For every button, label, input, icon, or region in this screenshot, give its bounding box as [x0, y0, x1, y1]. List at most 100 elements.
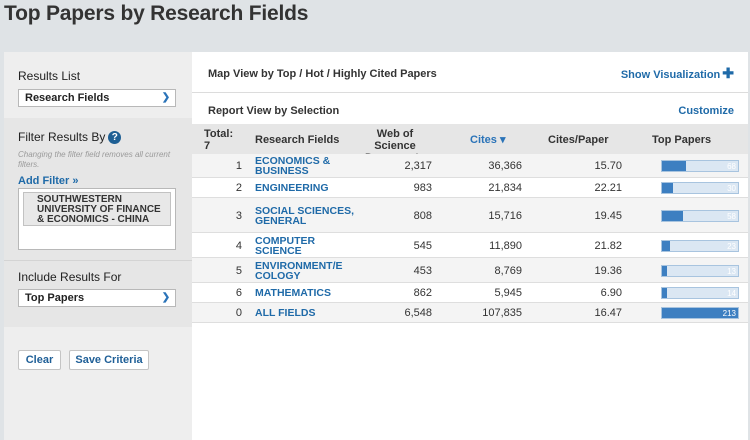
wos-documents-cell: 983	[413, 182, 432, 194]
rank-cell: 5	[235, 265, 242, 277]
wos-documents-cell: 2,317	[404, 160, 432, 172]
top-papers-bar-fill	[662, 288, 667, 298]
top-papers-bar-fill	[662, 266, 667, 276]
cites-per-paper-cell: 16.47	[594, 307, 622, 319]
wos-documents-cell: 808	[413, 210, 432, 222]
customize-link[interactable]: Customize	[678, 105, 734, 117]
header-top-papers[interactable]: Top Papers	[652, 134, 711, 146]
main-content: Map View by Top / Hot / Highly Cited Pap…	[192, 52, 748, 440]
cites-cell: 36,366	[488, 160, 522, 172]
research-field-link[interactable]: ECONOMICS & BUSINESS	[255, 156, 355, 177]
wos-documents-cell: 862	[413, 287, 432, 299]
cites-per-paper-cell: 21.82	[594, 240, 622, 252]
cites-per-paper-cell: 6.90	[600, 287, 622, 299]
cites-cell: 8,769	[494, 265, 522, 277]
wos-documents-cell: 453	[413, 265, 432, 277]
rank-cell: 2	[235, 182, 242, 194]
filter-chip[interactable]: SOUTHWESTERN UNIVERSITY OF FINANCE & ECO…	[23, 192, 171, 226]
map-view-heading: Map View by Top / Hot / Highly Cited Pap…	[208, 68, 437, 80]
table-row: 1 ECONOMICS & BUSINESS 2,317 36,366 15.70 68	[192, 154, 748, 178]
cites-cell: 5,945	[494, 287, 522, 299]
research-field-link[interactable]: ENGINEERING	[255, 183, 355, 194]
include-results-section: Include Results For Top Papers ❯	[4, 260, 192, 327]
report-view-heading: Report View by Selection	[208, 105, 340, 117]
top-papers-value: 30	[727, 184, 736, 193]
research-field-link[interactable]: ENVIRONMENT/E COLOGY	[255, 261, 355, 282]
divider	[192, 92, 748, 93]
top-papers-bar-fill	[662, 183, 673, 193]
table-header: Total: 7 Research Fields Web of Science …	[192, 124, 748, 164]
header-total: Total: 7	[204, 128, 234, 152]
cites-cell: 15,716	[488, 210, 522, 222]
top-papers-value: 23	[727, 242, 736, 251]
header-cites[interactable]: Cites ▾	[470, 134, 505, 146]
cites-per-paper-cell: 22.21	[594, 182, 622, 194]
top-papers-value: 13	[727, 267, 736, 276]
results-list-value: Research Fields	[25, 92, 110, 104]
filter-label: Filter Results By	[18, 130, 106, 144]
cites-cell: 11,890	[489, 240, 522, 252]
table-row: 0 ALL FIELDS 6,548 107,835 16.47 213	[192, 303, 748, 323]
results-panel: Results List Research Fields ❯ Filter Re…	[4, 52, 748, 440]
research-field-link[interactable]: SOCIAL SCIENCES, GENERAL	[255, 206, 355, 227]
wos-documents-cell: 6,548	[404, 307, 432, 319]
cites-per-paper-cell: 19.36	[594, 265, 622, 277]
top-papers-bar-fill	[662, 241, 671, 251]
research-field-link[interactable]: MATHEMATICS	[255, 288, 355, 299]
show-visualization-label: Show Visualization	[620, 69, 721, 81]
top-papers-bar[interactable]: 14	[661, 287, 739, 299]
top-papers-bar[interactable]: 23	[661, 240, 739, 252]
results-list-section: Results List Research Fields ❯	[4, 52, 192, 118]
top-papers-value: 213	[722, 309, 736, 318]
filter-hint: Changing the filter field removes all cu…	[18, 150, 171, 169]
research-field-link[interactable]: ALL FIELDS	[255, 308, 355, 319]
chevron-down-icon: ❯	[161, 92, 171, 103]
plus-icon: ✚	[722, 65, 734, 81]
research-field-link[interactable]: COMPUTER SCIENCE	[255, 236, 355, 257]
include-results-value: Top Papers	[25, 292, 85, 304]
wos-documents-cell: 545	[413, 240, 432, 252]
filter-section: Filter Results By? Changing the filter f…	[4, 118, 192, 260]
header-cites-per-paper[interactable]: Cites/Paper	[548, 134, 609, 146]
results-table: Total: 7 Research Fields Web of Science …	[192, 124, 748, 324]
chevron-down-icon: ❯	[161, 292, 171, 303]
include-results-select[interactable]: Top Papers ❯	[18, 289, 176, 307]
table-row: 2 ENGINEERING 983 21,834 22.21 30	[192, 178, 748, 198]
sidebar: Results List Research Fields ❯ Filter Re…	[4, 52, 192, 440]
clear-button[interactable]: Clear	[18, 350, 61, 370]
actions-section: Clear Save Criteria	[4, 327, 192, 440]
top-papers-bar-fill	[662, 211, 683, 221]
results-list-select[interactable]: Research Fields ❯	[18, 89, 176, 107]
cites-cell: 21,834	[488, 182, 522, 194]
table-row: 5 ENVIRONMENT/E COLOGY 453 8,769 19.36 13	[192, 258, 748, 283]
cites-cell: 107,835	[482, 307, 522, 319]
rank-cell: 3	[235, 210, 242, 222]
rank-cell: 4	[235, 240, 242, 252]
cites-per-paper-cell: 19.45	[594, 210, 622, 222]
add-filter-link[interactable]: Add Filter »	[18, 175, 79, 187]
table-row: 4 COMPUTER SCIENCE 545 11,890 21.82 23	[192, 233, 748, 258]
include-results-label: Include Results For	[18, 270, 122, 284]
top-papers-bar[interactable]: 58	[661, 210, 739, 222]
filter-list: SOUTHWESTERN UNIVERSITY OF FINANCE & ECO…	[18, 188, 176, 250]
help-icon[interactable]: ?	[108, 131, 122, 145]
rank-cell: 1	[235, 160, 242, 172]
top-papers-value: 68	[727, 162, 736, 171]
page-title: Top Papers by Research Fields	[4, 2, 309, 25]
rank-cell: 6	[235, 287, 242, 299]
rank-cell: 0	[235, 307, 242, 319]
table-row: 6 MATHEMATICS 862 5,945 6.90 14	[192, 283, 748, 303]
show-visualization-link[interactable]: Show Visualization ✚	[620, 65, 734, 81]
top-papers-bar[interactable]: 68	[661, 160, 739, 172]
save-criteria-button[interactable]: Save Criteria	[69, 350, 149, 370]
top-papers-bar-fill	[662, 161, 687, 171]
header-research-fields[interactable]: Research Fields	[255, 134, 339, 146]
top-papers-bar[interactable]: 30	[661, 182, 739, 194]
top-papers-bar[interactable]: 13	[661, 265, 739, 277]
filter-label-wrap: Filter Results By?	[18, 130, 122, 145]
top-papers-value: 14	[727, 289, 736, 298]
cites-per-paper-cell: 15.70	[594, 160, 622, 172]
table-row: 3 SOCIAL SCIENCES, GENERAL 808 15,716 19.45 5…	[192, 198, 748, 233]
results-list-label: Results List	[18, 69, 81, 83]
top-papers-bar[interactable]: 213	[661, 307, 739, 319]
